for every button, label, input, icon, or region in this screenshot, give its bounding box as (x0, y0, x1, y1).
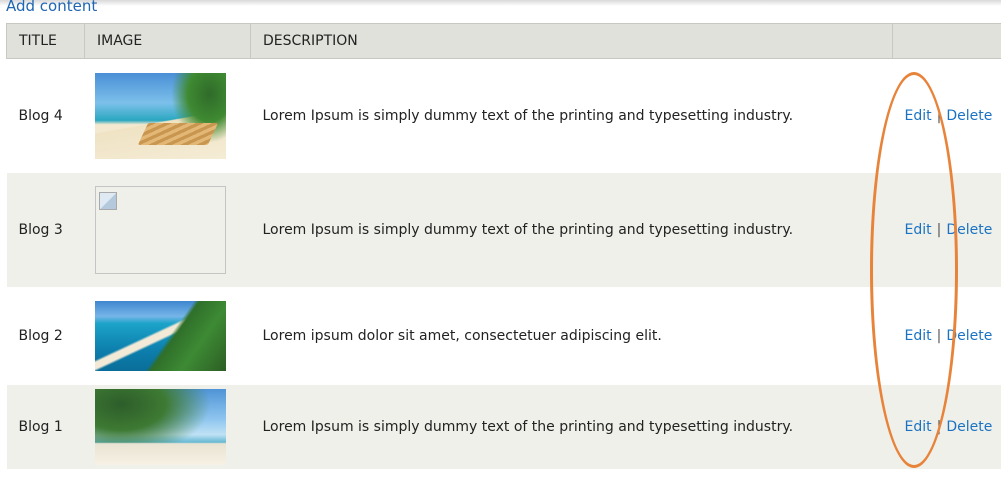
row-description: Lorem Ipsum is simply dummy text of the … (262, 418, 794, 435)
row-title: Blog 3 (18, 221, 63, 238)
row-actions: Edit | Delete (893, 287, 1001, 385)
column-header-title[interactable]: TITLE (6, 23, 85, 59)
row-actions: Edit | Delete (893, 385, 1001, 469)
delete-link[interactable]: Delete (946, 328, 992, 344)
action-separator: | (936, 418, 942, 435)
row-description: Lorem Ipsum is simply dummy text of the … (262, 221, 794, 238)
row-image-cell (85, 173, 251, 287)
row-description: Lorem Ipsum is simply dummy text of the … (262, 107, 794, 124)
action-separator: | (936, 221, 942, 238)
action-separator: | (936, 327, 942, 344)
edit-link[interactable]: Edit (905, 328, 932, 344)
action-separator: | (936, 107, 942, 124)
edit-link[interactable]: Edit (905, 419, 932, 435)
row-image-cell (85, 385, 251, 469)
column-header-image: IMAGE (84, 23, 251, 59)
row-title: Blog 1 (18, 418, 63, 435)
row-actions: Edit | Delete (893, 173, 1001, 287)
broken-image (94, 185, 226, 274)
row-title: Blog 2 (18, 327, 63, 344)
tropical-coast-image (94, 300, 226, 371)
row-actions: Edit | Delete (893, 59, 1001, 173)
delete-link[interactable]: Delete (946, 222, 992, 238)
column-header-actions (892, 23, 1001, 59)
delete-link[interactable]: Delete (946, 419, 992, 435)
row-image-cell (85, 59, 251, 173)
palm-beach-image (94, 388, 226, 465)
row-description: Lorem ipsum dolor sit amet, consectetuer… (262, 327, 662, 344)
row-title: Blog 4 (18, 107, 63, 124)
column-header-description: DESCRIPTION (250, 23, 893, 59)
table-row: Blog 3 Lorem Ipsum is simply dummy text … (6, 172, 1001, 287)
row-image-cell (85, 287, 251, 385)
beach-chairs-image (94, 72, 226, 159)
table-header-row: TITLE IMAGE DESCRIPTION (6, 23, 1001, 59)
table-row: Blog 2 Lorem ipsum dolor sit amet, conse… (6, 286, 1001, 385)
table-row: Blog 4 Lorem Ipsum is simply dummy text … (6, 58, 1001, 173)
add-content-link[interactable]: Add content (6, 0, 97, 15)
content-table: TITLE IMAGE DESCRIPTION Blog 4 Lorem Ips… (6, 23, 1001, 469)
edit-link[interactable]: Edit (905, 222, 932, 238)
broken-image-icon (98, 191, 117, 210)
delete-link[interactable]: Delete (946, 108, 992, 124)
edit-link[interactable]: Edit (905, 108, 932, 124)
top-shadow (0, 0, 1001, 6)
table-row: Blog 1 Lorem Ipsum is simply dummy text … (6, 384, 1001, 469)
page: Add content TITLE IMAGE DESCRIPTION Blog… (0, 0, 1001, 477)
